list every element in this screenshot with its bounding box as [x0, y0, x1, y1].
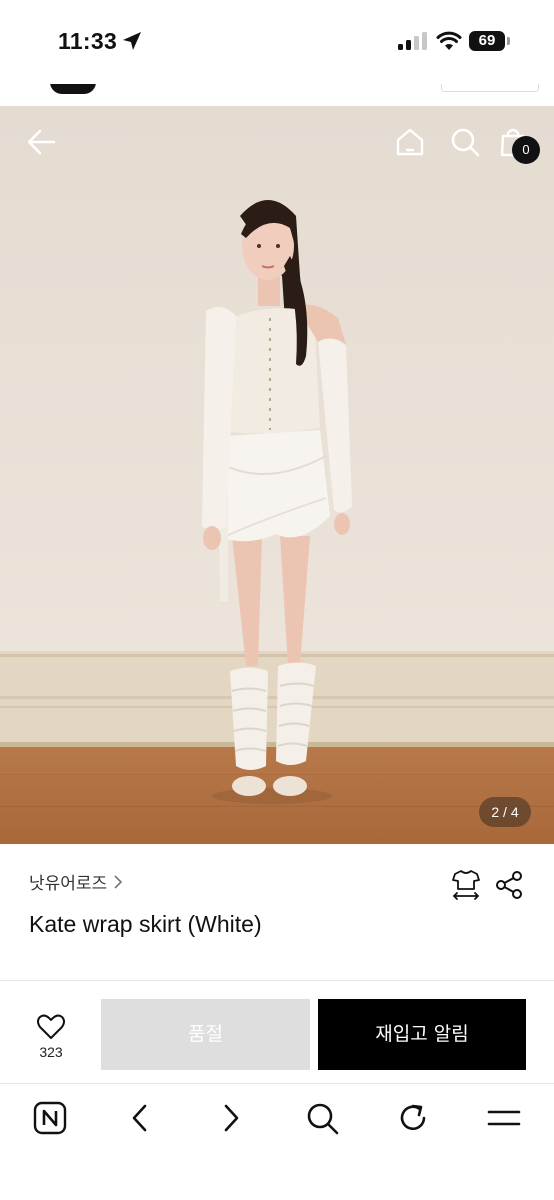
- top-banner-strip: [0, 84, 554, 106]
- location-arrow-icon: [123, 32, 141, 50]
- brand-link[interactable]: 낫유어로즈: [29, 869, 123, 894]
- search-icon[interactable]: [304, 1100, 340, 1136]
- battery-indicator: 69: [469, 31, 505, 51]
- chevron-left-icon[interactable]: [122, 1100, 158, 1136]
- back-arrow-icon[interactable]: [26, 126, 58, 158]
- browser-toolbar: [0, 1084, 554, 1200]
- menu-icon[interactable]: [486, 1100, 522, 1136]
- like-count: 323: [39, 1044, 63, 1060]
- naver-n-icon[interactable]: [32, 1100, 68, 1136]
- home-icon[interactable]: [394, 126, 426, 158]
- brand-name: 낫유어로즈: [29, 874, 108, 893]
- share-icon[interactable]: [494, 870, 524, 900]
- status-bar: 11:33 69: [0, 0, 554, 84]
- gallery-page-indicator: 2 / 4: [479, 797, 531, 827]
- product-title: Kate wrap skirt (White): [29, 911, 262, 937]
- size-guide-icon[interactable]: [451, 869, 481, 901]
- chevron-right-icon[interactable]: [213, 1100, 249, 1136]
- cart-count-badge: 0: [512, 136, 540, 164]
- wifi-icon: [436, 31, 462, 50]
- banner-box: [441, 84, 539, 92]
- cellular-signal-icon: [398, 32, 428, 50]
- heart-icon[interactable]: [36, 1012, 66, 1042]
- status-time: 11:33: [58, 28, 118, 54]
- section-divider: [0, 980, 554, 981]
- soldout-button[interactable]: 품절: [101, 999, 310, 1070]
- refresh-icon[interactable]: [395, 1100, 431, 1136]
- product-photo: [0, 106, 554, 844]
- battery-percent: 69: [478, 32, 496, 49]
- banner-pill: [50, 84, 96, 94]
- product-image-gallery[interactable]: 0 2 / 4: [0, 106, 554, 844]
- battery-cap: [507, 37, 510, 45]
- chevron-right-icon: [114, 874, 123, 889]
- search-icon[interactable]: [449, 126, 481, 158]
- restock-alert-button[interactable]: 재입고 알림: [318, 999, 526, 1070]
